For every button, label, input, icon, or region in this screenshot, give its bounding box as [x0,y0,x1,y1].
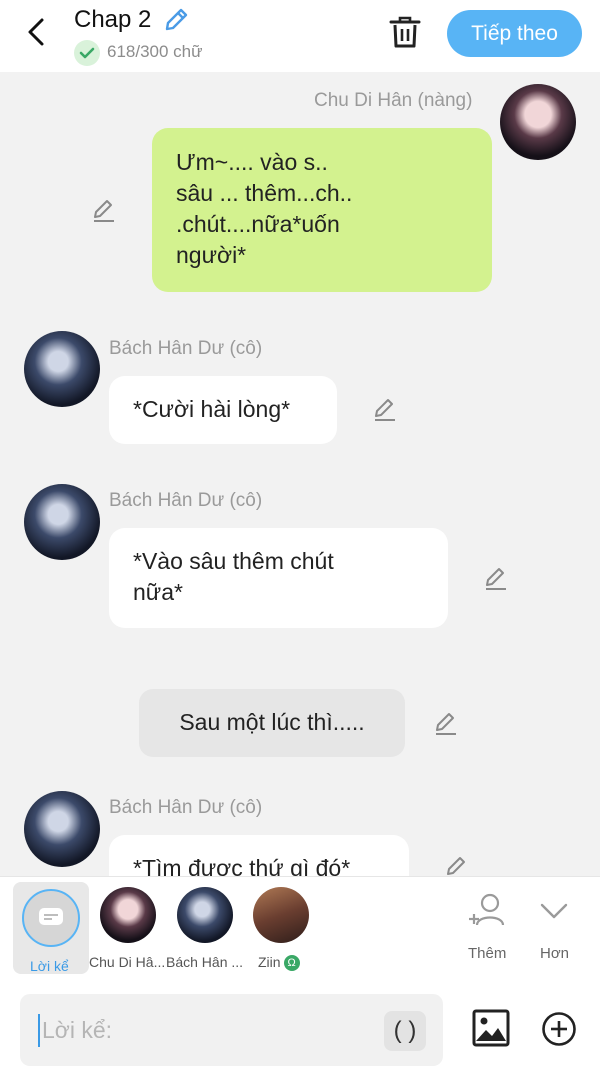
message-input-box[interactable]: ( ) [20,994,443,1066]
speaker-name: Bách Hân Dư (cô) [109,338,263,359]
character-chu-avatar[interactable] [100,887,156,943]
pencil-icon [165,8,188,31]
speaker-name: Bách Hân Dư (cô) [109,490,263,511]
message-bubble[interactable]: *Cười hài lòng* [109,376,337,444]
message-line: .chút....nữa*uốn [176,211,340,237]
header-bar: Chap 2 618/300 chữ Tiếp theo [0,0,600,72]
message-line: người* [176,242,247,268]
add-person-icon [469,893,505,926]
pencil-icon [436,713,456,735]
avatar[interactable] [500,84,576,160]
composer-bar: ( ) [0,982,600,1078]
trash-icon [389,16,421,48]
check-icon [74,40,100,66]
more-button[interactable] [534,891,574,931]
narration-icon [22,889,80,947]
delete-button[interactable] [388,14,422,50]
image-icon [472,1009,510,1047]
speaker-name: Bách Hân Dư (cô) [109,797,263,818]
avatar[interactable] [24,484,100,560]
speaker-name: Chu Di Hân (nàng) [314,90,473,111]
avatar[interactable] [24,331,100,407]
message-bubble[interactable]: Ưm~.... vào s.. sâu ... thêm...ch.. .chú… [152,128,492,292]
pencil-icon [375,399,395,421]
narration-bubble[interactable]: Sau một lúc thì..... [139,689,405,757]
character-label: Chu Di Hâ... [89,954,166,970]
omega-badge-icon: Ω [283,955,300,972]
character-label: Ziin Ω [258,954,300,972]
add-button[interactable] [541,1011,577,1047]
edit-message-button[interactable] [371,395,399,423]
character-label-text: Ziin [258,954,281,970]
message-line: sâu ... thêm...ch.. [176,180,353,206]
character-ziin-avatar[interactable] [253,887,309,943]
message-line: *Vào sâu thêm chút [133,548,334,574]
message-input[interactable] [42,1012,342,1048]
message-line: nữa* [133,579,183,605]
more-label: Hơn [540,945,570,962]
text-caret [38,1014,40,1047]
pencil-icon [94,200,114,222]
edit-title-button[interactable] [162,6,190,34]
message-bubble[interactable]: *Vào sâu thêm chút nữa* [109,528,448,628]
word-count: 618/300 chữ [107,42,203,61]
add-character-label: Thêm [468,945,507,962]
back-button[interactable] [22,14,54,50]
character-narrator[interactable]: Lời kể [13,882,89,974]
avatar[interactable] [24,791,100,867]
insert-image-button[interactable] [471,1008,511,1048]
next-button[interactable]: Tiếp theo [447,10,582,57]
chevron-left-icon [28,18,44,46]
message-line: Ưm~.... vào s.. [176,149,328,175]
narration-text: Sau một lúc thì..... [179,709,365,735]
character-label: Lời kể [30,958,69,974]
plus-circle-icon [542,1012,576,1046]
character-bach-avatar[interactable] [177,887,233,943]
chapter-title: Chap 2 [74,6,152,33]
edit-message-button[interactable] [90,196,118,224]
add-character-button[interactable] [467,891,507,931]
action-paren-button[interactable]: ( ) [384,1011,426,1051]
pencil-icon [486,568,506,590]
edit-message-button[interactable] [432,709,460,737]
character-selector: Lời kể Chu Di Hâ... Bách Hân ... Ziin Ω T… [0,876,600,982]
chevron-down-icon [540,903,568,919]
edit-message-button[interactable] [482,564,510,592]
character-label: Bách Hân ... [166,954,244,970]
message-line: *Cười hài lòng* [133,396,291,422]
